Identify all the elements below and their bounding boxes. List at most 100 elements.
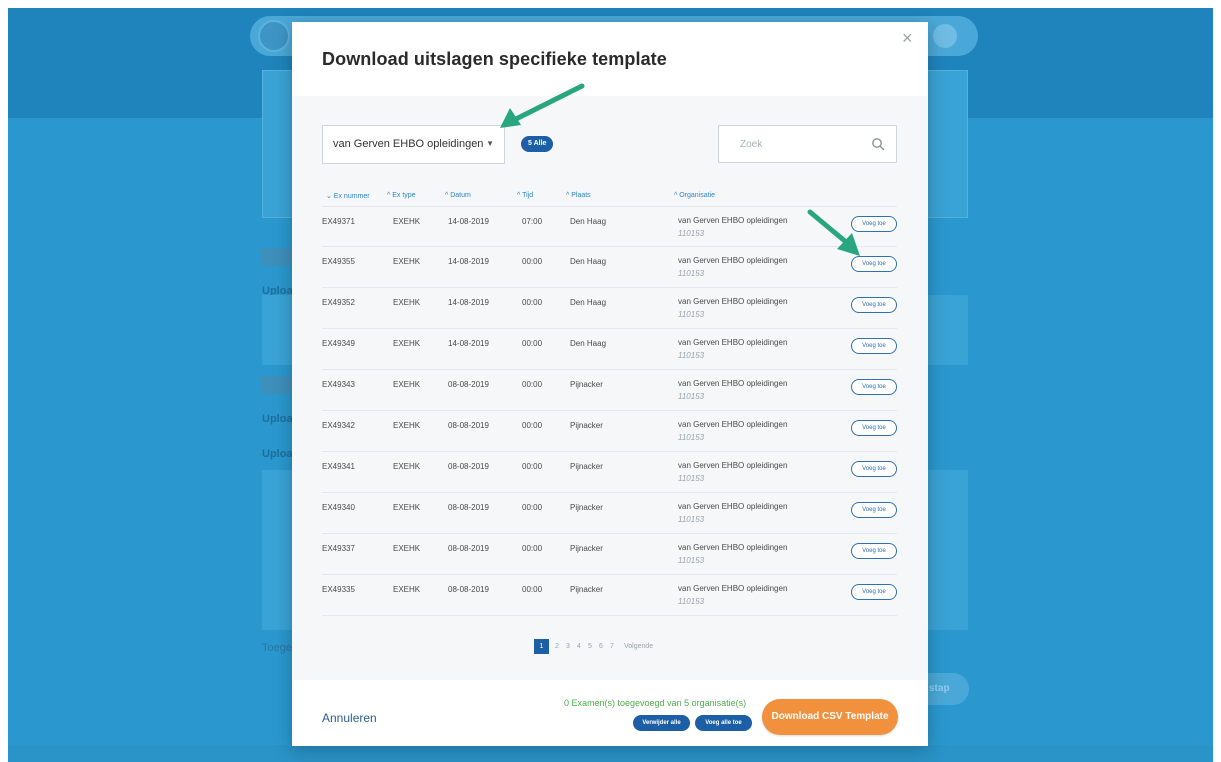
cell-organisation-id: 110153 [678, 597, 705, 606]
table-row: EX49343 EXEHK 08-08-2019 00:00 Pijnacker van … [322, 370, 897, 411]
table-row: EX49371 EXEHK 14-08-2019 07:00 Den Haag van G… [322, 206, 897, 247]
cell-date: 14-08-2019 [448, 298, 489, 307]
page-5-button[interactable]: 5 [585, 639, 595, 654]
cell-time: 00:00 [522, 421, 543, 430]
cell-ex-number: EX49349 [322, 339, 355, 348]
search-field[interactable] [718, 125, 897, 163]
cell-place: Pijnacker [570, 544, 603, 553]
cell-ex-number: EX49343 [322, 380, 355, 389]
cell-organisation: van Gerven EHBO opleidingen [678, 256, 788, 265]
add-exam-button[interactable]: Voeg toe [851, 543, 897, 559]
add-exam-button[interactable]: Voeg toe [851, 461, 897, 477]
cell-place: Pijnacker [570, 380, 603, 389]
cell-place: Pijnacker [570, 503, 603, 512]
caret-down-icon: ▼ [486, 139, 494, 148]
cancel-button[interactable]: Annuleren [322, 711, 377, 725]
add-exam-button[interactable]: Voeg toe [851, 502, 897, 518]
cell-date: 08-08-2019 [448, 585, 489, 594]
add-exam-button[interactable]: Voeg toe [851, 379, 897, 395]
close-icon[interactable]: × [902, 29, 913, 47]
organisation-select[interactable]: van Gerven EHBO opleidingen ▼ [322, 125, 505, 164]
cell-ex-number: EX49342 [322, 421, 355, 430]
table-row: EX49335 EXEHK 08-08-2019 00:00 Pijnacker van … [322, 575, 897, 616]
page-4-button[interactable]: 4 [574, 639, 584, 654]
add-exam-button[interactable]: Voeg toe [851, 420, 897, 436]
search-icon[interactable] [871, 137, 885, 151]
cell-date: 08-08-2019 [448, 380, 489, 389]
cell-place: Den Haag [570, 217, 607, 226]
column-header-organisation[interactable]: ^ Organisatie [674, 192, 715, 199]
table-row: EX49352 EXEHK 14-08-2019 00:00 Den Haag van G… [322, 288, 897, 329]
table-row: EX49337 EXEHK 08-08-2019 00:00 Pijnacker van … [322, 534, 897, 575]
cell-place: Den Haag [570, 298, 607, 307]
cell-date: 08-08-2019 [448, 503, 489, 512]
cell-ex-type: EXEHK [393, 462, 421, 471]
cell-organisation: van Gerven EHBO opleidingen [678, 502, 788, 511]
column-header-time[interactable]: ^ Tijd [517, 192, 533, 199]
add-exam-button[interactable]: Voeg toe [851, 584, 897, 600]
cell-time: 00:00 [522, 339, 543, 348]
add-exam-button[interactable]: Voeg toe [851, 256, 897, 272]
remove-all-button[interactable]: Verwijder alle [633, 715, 690, 731]
add-exam-button[interactable]: Voeg toe [851, 338, 897, 354]
page-2-button[interactable]: 2 [552, 639, 562, 654]
status-text: 0 Examen(s) toegevoegd van 5 organisatie… [564, 698, 747, 708]
cell-organisation: van Gerven EHBO opleidingen [678, 216, 788, 225]
page-6-button[interactable]: 6 [596, 639, 606, 654]
logo-icon [258, 20, 290, 52]
cell-ex-type: EXEHK [393, 257, 421, 266]
column-header-place[interactable]: ^ Plaats [566, 192, 591, 199]
add-all-button[interactable]: Voeg alle toe [695, 715, 752, 731]
modal-footer: Annuleren 0 Examen(s) toegevoegd van 5 o… [292, 680, 928, 746]
cell-organisation-id: 110153 [678, 556, 705, 565]
cell-organisation: van Gerven EHBO opleidingen [678, 297, 788, 306]
cell-place: Pijnacker [570, 462, 603, 471]
page-7-button[interactable]: 7 [607, 639, 617, 654]
cell-time: 00:00 [522, 585, 543, 594]
column-header-ex-number[interactable]: ⌄ Ex nummer [326, 192, 370, 200]
download-csv-template-button[interactable]: Download CSV Template [762, 699, 898, 735]
cell-ex-number: EX49335 [322, 585, 355, 594]
cell-organisation: van Gerven EHBO opleidingen [678, 420, 788, 429]
add-exam-button[interactable]: Voeg toe [851, 297, 897, 313]
cell-organisation: van Gerven EHBO opleidingen [678, 379, 788, 388]
cell-ex-number: EX49371 [322, 217, 355, 226]
cell-time: 00:00 [522, 298, 543, 307]
cell-date: 14-08-2019 [448, 217, 489, 226]
add-exam-button[interactable]: Voeg toe [851, 216, 897, 232]
user-icon [933, 24, 957, 48]
cell-date: 14-08-2019 [448, 257, 489, 266]
table-row: EX49349 EXEHK 14-08-2019 00:00 Den Haag van G… [322, 329, 897, 370]
cell-ex-type: EXEHK [393, 585, 421, 594]
cell-organisation-id: 110153 [678, 515, 705, 524]
table-row: EX49341 EXEHK 08-08-2019 00:00 Pijnacker van … [322, 452, 897, 493]
cell-organisation-id: 110153 [678, 229, 705, 238]
cell-time: 00:00 [522, 503, 543, 512]
cell-time: 00:00 [522, 257, 543, 266]
cell-ex-type: EXEHK [393, 544, 421, 553]
page-3-button[interactable]: 3 [563, 639, 573, 654]
cell-ex-type: EXEHK [393, 217, 421, 226]
modal-header: Download uitslagen specifieke template × [292, 22, 928, 96]
cell-organisation: van Gerven EHBO opleidingen [678, 543, 788, 552]
table-row: EX49355 EXEHK 14-08-2019 00:00 Den Haag van G… [322, 247, 897, 288]
count-badge[interactable]: 5 Alle [521, 136, 554, 152]
column-header-ex-type[interactable]: ^ Ex type [387, 192, 416, 199]
cell-ex-number: EX49352 [322, 298, 355, 307]
cell-date: 08-08-2019 [448, 421, 489, 430]
page-1-button[interactable]: 1 [534, 639, 549, 654]
search-input[interactable] [719, 126, 869, 162]
cell-date: 08-08-2019 [448, 544, 489, 553]
cell-organisation-id: 110153 [678, 310, 705, 319]
modal-title: Download uitslagen specifieke template [322, 49, 667, 69]
cell-organisation: van Gerven EHBO opleidingen [678, 338, 788, 347]
cell-place: Pijnacker [570, 585, 603, 594]
cell-ex-type: EXEHK [393, 503, 421, 512]
column-header-date[interactable]: ^ Datum [445, 192, 471, 199]
cell-date: 14-08-2019 [448, 339, 489, 348]
cell-ex-number: EX49340 [322, 503, 355, 512]
next-page-button[interactable]: Volgende [624, 639, 653, 654]
cell-time: 00:00 [522, 380, 543, 389]
background-footer [8, 745, 1213, 762]
cell-time: 00:00 [522, 462, 543, 471]
